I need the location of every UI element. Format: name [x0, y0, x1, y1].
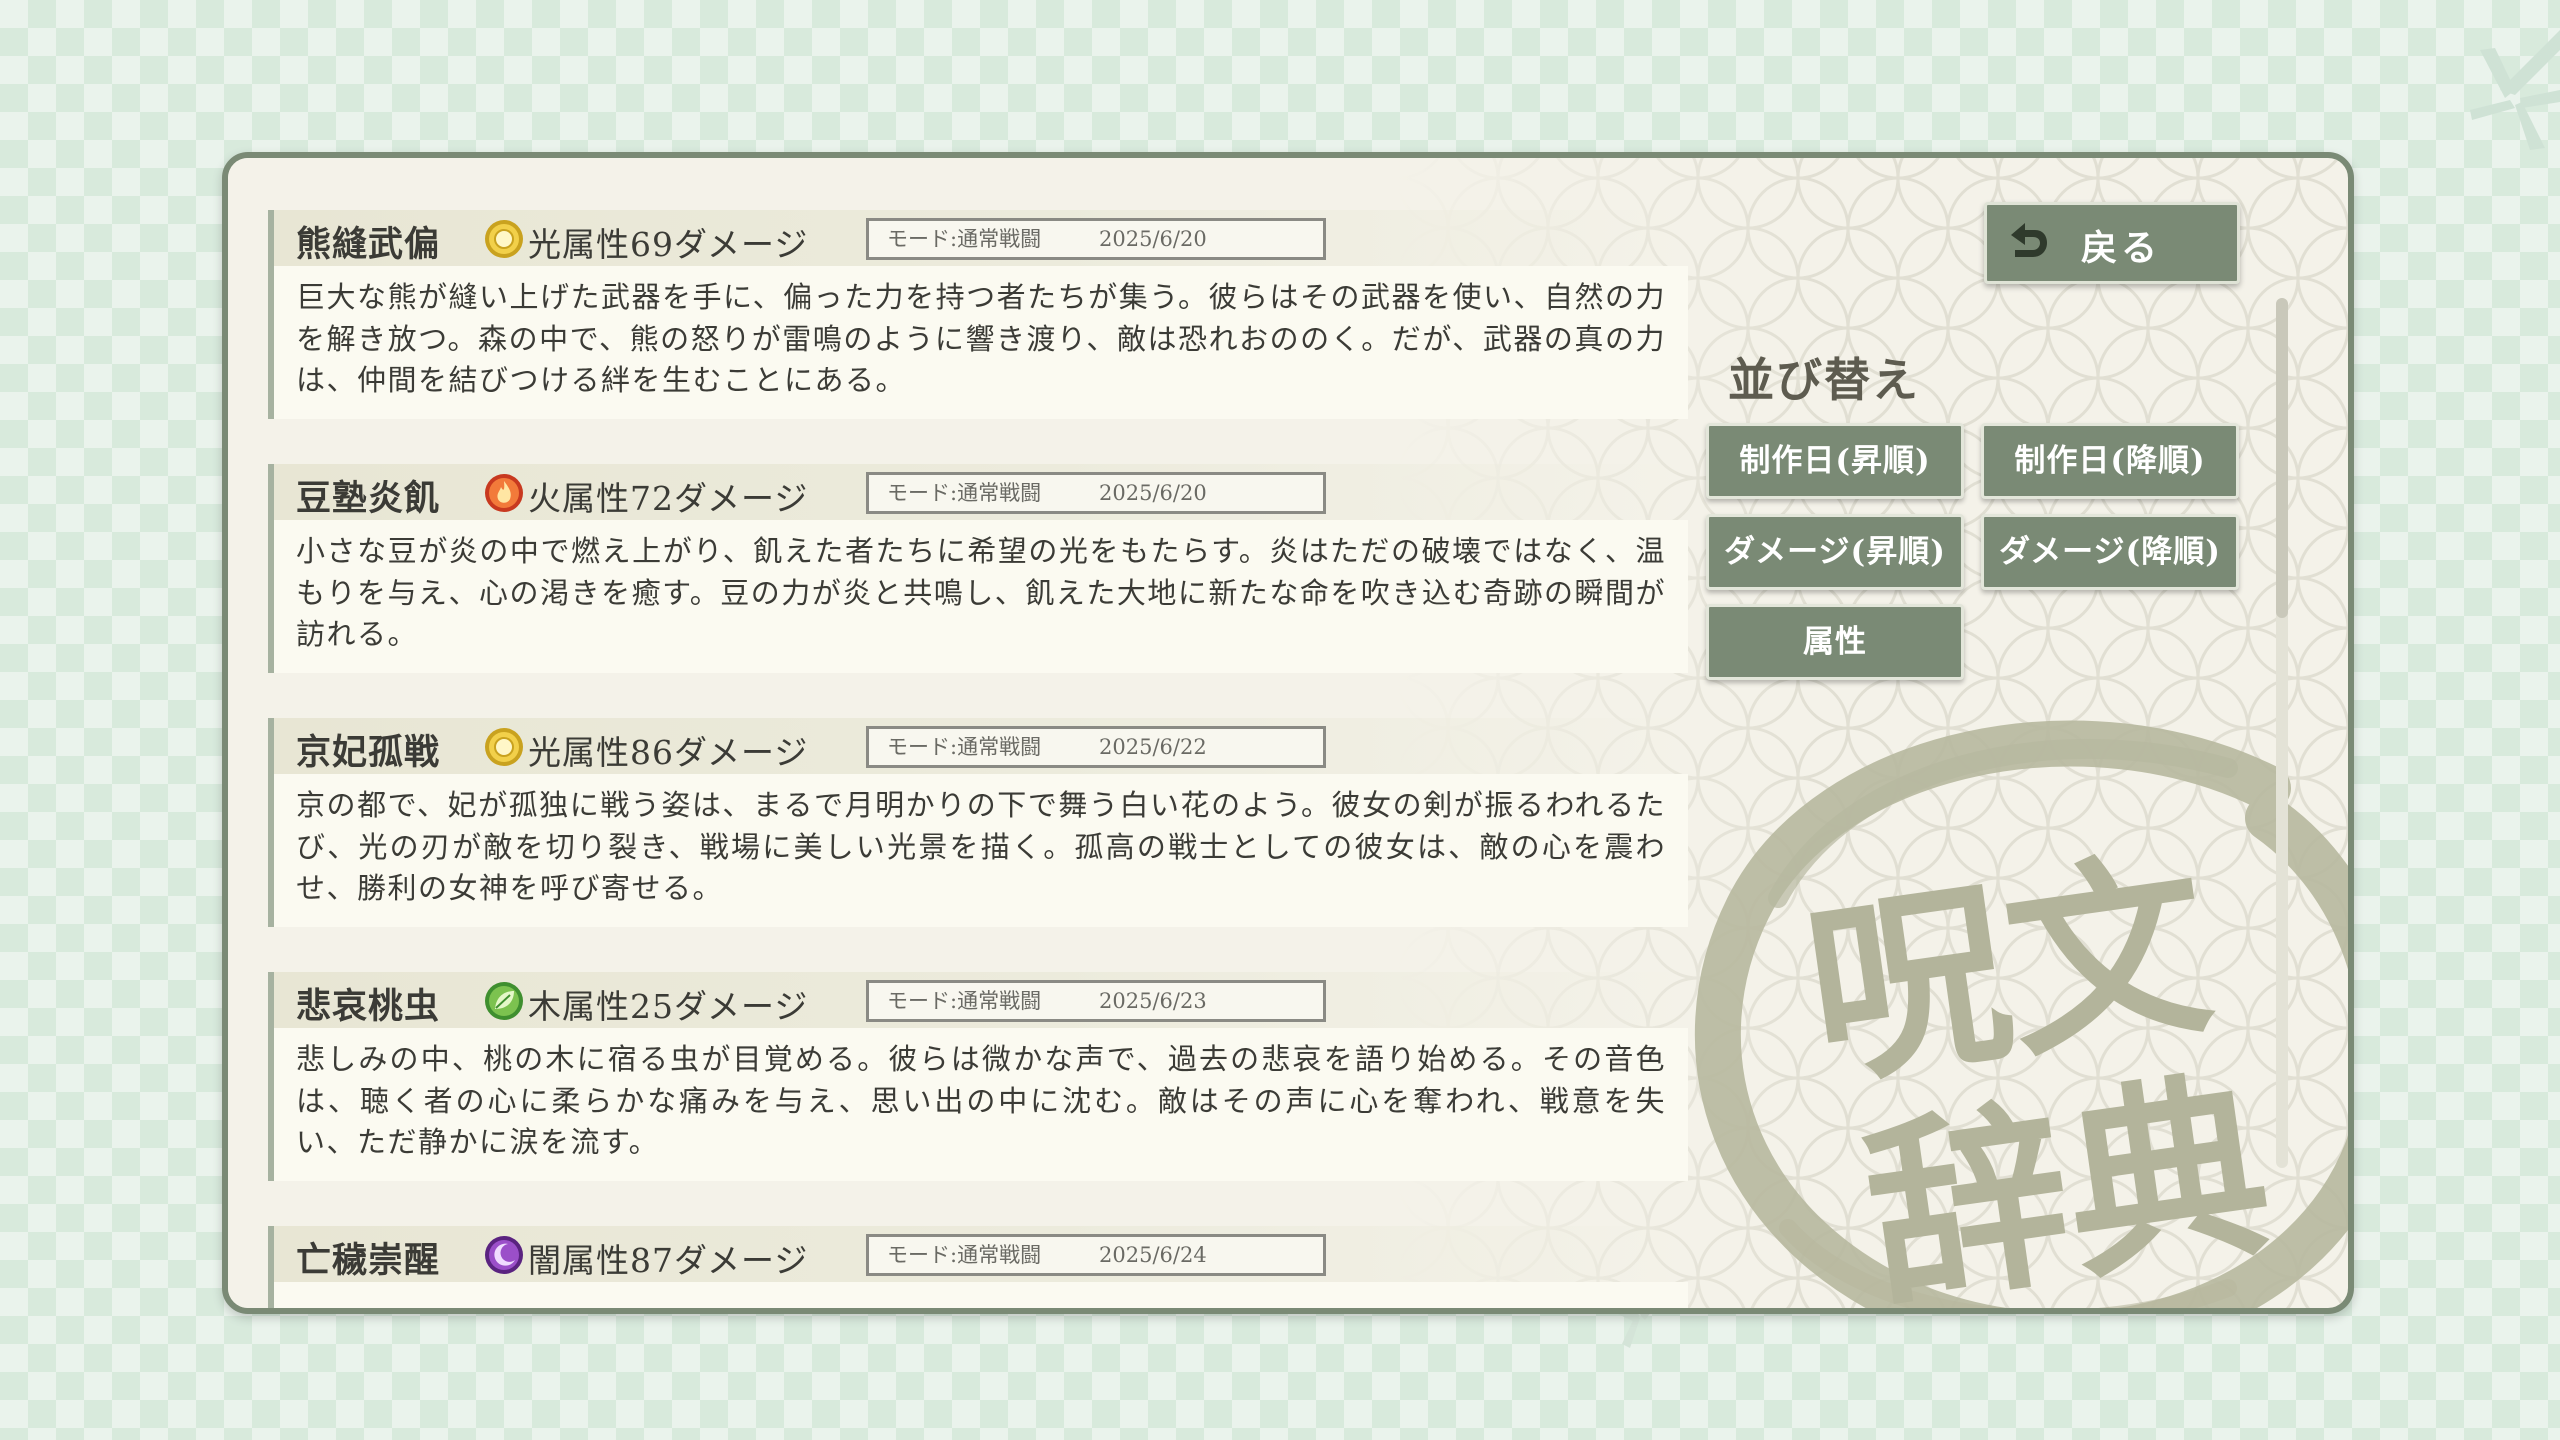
spell-name: 京妃孤戦: [296, 732, 441, 773]
spell-description: 小さな豆が炎の中で燃え上がり、飢えた者たちに希望の光をもたらす。炎はただの破壊で…: [274, 520, 1688, 673]
spell-description: [274, 1282, 1688, 1308]
spell-mode: モード:通常戦闘: [887, 227, 1042, 251]
spell-date: 2025/6/22: [1099, 735, 1207, 759]
spell-entry-header: 亡穢崇醒 闇属性87ダメージ モード:通常戦闘 2025/6/24: [274, 1226, 1688, 1282]
sort-attribute-button[interactable]: 属性: [1706, 604, 1964, 680]
spell-mode: モード:通常戦闘: [887, 1243, 1042, 1267]
sort-date-asc-button[interactable]: 制作日(昇順): [1706, 423, 1964, 499]
spell-entry[interactable]: 京妃孤戦 光属性86ダメージ モード:通常戦闘 2025/6/22 京の都で、妃…: [268, 718, 1688, 927]
spell-entry-header: 京妃孤戦 光属性86ダメージ モード:通常戦闘 2025/6/22: [274, 718, 1688, 774]
spell-date: 2025/6/20: [1099, 227, 1207, 251]
spell-entry[interactable]: 亡穢崇醒 闇属性87ダメージ モード:通常戦闘 2025/6/24: [268, 1226, 1688, 1308]
spell-date: 2025/6/20: [1099, 481, 1207, 505]
back-button-label: 戻る: [2081, 227, 2162, 269]
sort-damage-asc-button[interactable]: ダメージ(昇順): [1706, 514, 1964, 590]
spell-name: 亡穢崇醒: [296, 1240, 441, 1281]
back-button[interactable]: 戻る: [1984, 202, 2240, 284]
spell-dictionary-seal: 呪文 辞典: [1694, 720, 2348, 1308]
spell-entry-header: 熊縫武偏 光属性69ダメージ モード:通常戦闘 2025/6/20: [274, 210, 1688, 266]
spell-mode: モード:通常戦闘: [887, 735, 1042, 759]
spell-name: 豆塾炎飢: [296, 478, 441, 519]
spell-dictionary-panel: 呪文 辞典 熊縫武偏 光属性69ダメージ モード:通常戦闘 2025/6/20 …: [222, 152, 2354, 1314]
spell-description: 京の都で、妃が孤独に戦う姿は、まるで月明かりの下で舞う白い花のよう。彼女の剣が振…: [274, 774, 1688, 927]
spell-attribute-damage: 光属性86ダメージ: [528, 733, 809, 772]
spell-entry-header: 悲哀桃虫 木属性25ダメージ モード:通常戦闘 2025/6/23: [274, 972, 1688, 1028]
spell-meta-box: モード:通常戦闘 2025/6/20: [866, 218, 1326, 260]
return-arrow-icon: [2011, 223, 2047, 257]
spell-date: 2025/6/24: [1099, 1243, 1207, 1267]
spell-meta-box: モード:通常戦闘 2025/6/22: [866, 726, 1326, 768]
spell-attribute-damage: 闇属性87ダメージ: [528, 1241, 809, 1280]
spell-name: 悲哀桃虫: [296, 986, 441, 1027]
spell-attribute-damage: 木属性25ダメージ: [528, 987, 809, 1026]
spell-entry[interactable]: 悲哀桃虫 木属性25ダメージ モード:通常戦闘 2025/6/23 悲しみの中、…: [268, 972, 1688, 1181]
spell-entry[interactable]: 豆塾炎飢 火属性72ダメージ モード:通常戦闘 2025/6/20 小さな豆が炎…: [268, 464, 1688, 673]
scrollbar-thumb[interactable]: [2276, 298, 2288, 618]
spell-name: 熊縫武偏: [296, 224, 441, 265]
spell-description: 巨大な熊が縫い上げた武器を手に、偏った力を持つ者たちが集う。彼らはその武器を使い…: [274, 266, 1688, 419]
list-scrollbar[interactable]: [2276, 298, 2288, 1168]
sort-date-desc-button[interactable]: 制作日(降順): [1981, 423, 2239, 499]
pinwheel-deco-icon: [2470, 30, 2560, 150]
spell-meta-box: モード:通常戦闘 2025/6/23: [866, 980, 1326, 1022]
wood-attribute-icon: [485, 982, 523, 1020]
spell-meta-box: モード:通常戦闘 2025/6/20: [866, 472, 1326, 514]
dark-attribute-icon: [485, 1236, 523, 1274]
light-attribute-icon: [485, 220, 523, 258]
spell-description: 悲しみの中、桃の木に宿る虫が目覚める。彼らは微かな声で、過去の悲哀を語り始める。…: [274, 1028, 1688, 1181]
spell-attribute-damage: 火属性72ダメージ: [528, 479, 809, 518]
spell-mode: モード:通常戦闘: [887, 989, 1042, 1013]
spell-list[interactable]: 熊縫武偏 光属性69ダメージ モード:通常戦闘 2025/6/20 巨大な熊が縫…: [268, 210, 1688, 1308]
spell-entry-header: 豆塾炎飢 火属性72ダメージ モード:通常戦闘 2025/6/20: [274, 464, 1688, 520]
spell-attribute-damage: 光属性69ダメージ: [528, 225, 809, 264]
fire-attribute-icon: [485, 474, 523, 512]
sort-title: 並び替え: [1728, 353, 1920, 407]
light-attribute-icon: [485, 728, 523, 766]
spell-meta-box: モード:通常戦闘 2025/6/24: [866, 1234, 1326, 1276]
spell-mode: モード:通常戦闘: [887, 481, 1042, 505]
sort-damage-desc-button[interactable]: ダメージ(降順): [1981, 514, 2239, 590]
spell-entry[interactable]: 熊縫武偏 光属性69ダメージ モード:通常戦闘 2025/6/20 巨大な熊が縫…: [268, 210, 1688, 419]
spell-date: 2025/6/23: [1099, 989, 1207, 1013]
